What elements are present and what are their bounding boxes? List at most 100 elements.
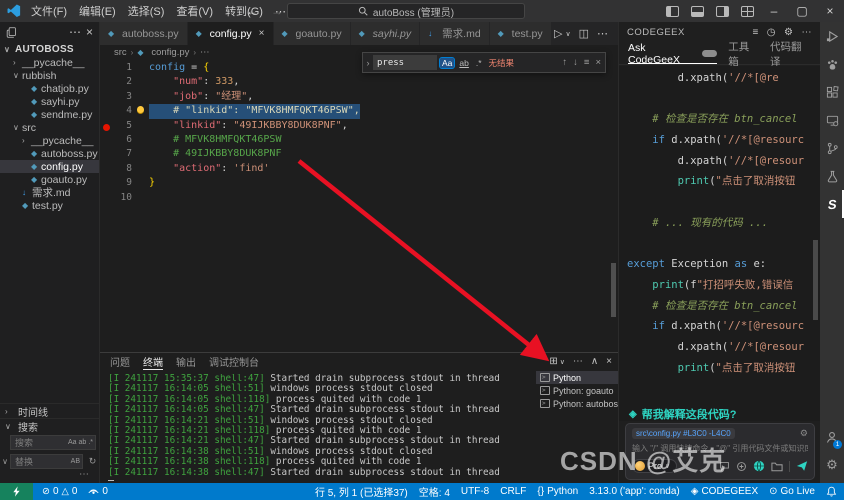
explorer-item[interactable]: ◆autoboss.py xyxy=(0,147,99,160)
close-panel-icon[interactable]: × xyxy=(606,356,612,367)
explorer-item[interactable]: ∨src xyxy=(0,121,99,134)
editor-more-icon[interactable]: ⋯ xyxy=(597,27,608,40)
toggle-secondary-sidebar-icon[interactable] xyxy=(716,6,729,17)
status-item[interactable]: 空格: 4 xyxy=(419,484,450,499)
code-line[interactable]: 9} xyxy=(100,176,618,190)
knowledge-globe-icon[interactable] xyxy=(753,460,765,472)
remote-explorer-icon[interactable] xyxy=(820,106,844,134)
sidebar-close-icon[interactable]: × xyxy=(86,25,93,39)
whole-word-icon[interactable]: ab xyxy=(79,439,87,446)
chip-settings-icon[interactable]: ⚙ xyxy=(800,428,808,439)
status-item[interactable]: CRLF xyxy=(500,484,526,499)
timeline-section[interactable]: › 时间线 xyxy=(0,403,99,418)
settings-icon[interactable]: ⚙ xyxy=(784,27,793,38)
explorer-item[interactable]: ◆chatjob.py xyxy=(0,82,99,95)
find-expand-icon[interactable]: › xyxy=(363,58,373,68)
forward-icon[interactable]: → xyxy=(271,4,283,18)
explorer-item[interactable]: ◆goauto.py xyxy=(0,173,99,186)
find-next-icon[interactable]: ↓ xyxy=(573,57,578,68)
sidebar-more-icon[interactable]: ⋯ xyxy=(69,25,81,39)
run-python-icon[interactable]: ▷ xyxy=(554,27,562,40)
editor-tab[interactable]: ◆goauto.py xyxy=(274,22,351,45)
search-section[interactable]: ∨ 搜索 xyxy=(0,418,99,433)
explorer-item[interactable]: ›__pycache__ xyxy=(0,56,99,69)
editor-tab[interactable]: ◆autoboss.py xyxy=(100,22,188,45)
terminal-list-item[interactable]: >Python: goauto xyxy=(536,384,618,397)
explorer-item[interactable]: ◆sayhi.py xyxy=(0,95,99,108)
send-icon[interactable] xyxy=(796,460,808,472)
attach-icon[interactable] xyxy=(736,461,747,472)
notifications-bell-icon[interactable] xyxy=(826,486,837,497)
explorer-item[interactable]: ∨rubbish xyxy=(0,69,99,82)
editor-scrollbar[interactable] xyxy=(611,263,616,317)
find-previous-icon[interactable]: ↑ xyxy=(562,57,567,68)
editor-tab[interactable]: ◆sayhi.py xyxy=(351,22,421,45)
extensions-icon[interactable] xyxy=(820,78,844,106)
close-window-button[interactable]: × xyxy=(816,4,844,18)
minimize-button[interactable]: – xyxy=(760,4,788,18)
breakpoint-dot[interactable] xyxy=(100,121,113,131)
explorer-root[interactable]: ∨ AUTOBOSS xyxy=(0,42,99,56)
folder-icon[interactable] xyxy=(771,461,783,472)
code-line[interactable]: 4 # "linkid": "MFVK8HMFQKT46PSW", xyxy=(100,104,618,118)
split-editor-icon[interactable]: ◫ xyxy=(579,27,589,40)
toggle-panel-icon[interactable] xyxy=(691,6,704,17)
code-line[interactable]: 2 "num": 333, xyxy=(100,75,618,89)
code-line[interactable]: 6 # MFVK8HMFQKT46PSW xyxy=(100,133,618,147)
code-editor[interactable]: 1config = {2 "num": 333,3 "job": "经理",4 … xyxy=(100,59,618,352)
preserve-case-icon[interactable]: AB xyxy=(71,458,80,465)
problems-status[interactable]: ⊘ 0 △ 0 xyxy=(42,486,77,497)
regex-icon[interactable]: .* xyxy=(88,439,93,446)
model-selector[interactable]: Pro ∨ xyxy=(632,459,677,473)
panel-tab[interactable]: 问题 xyxy=(110,353,130,370)
terminal-output[interactable]: [I 241117 15:35:37 shell:47] Started dra… xyxy=(108,374,532,481)
view-list-icon[interactable]: ≡ xyxy=(752,27,758,38)
prompt-input[interactable]: 输入 "/" 调用快捷命令，"@" 引用代码文件或知识库 xyxy=(632,443,808,454)
explorer-item[interactable]: ◆config.py xyxy=(0,160,99,173)
search-input[interactable]: 搜索 Aa ab .* xyxy=(10,435,96,450)
run-debug-icon[interactable] xyxy=(820,22,844,50)
terminal-dropdown-icon[interactable]: ∨ xyxy=(560,358,565,366)
codegeex-question[interactable]: ◈ 帮我解释这段代码? xyxy=(629,406,736,422)
editor-tab[interactable]: ◆test.py xyxy=(490,22,552,45)
find-input[interactable]: press xyxy=(373,55,437,70)
account-icon[interactable]: 1 xyxy=(820,423,844,451)
status-item[interactable]: ◈CODEGEEX xyxy=(691,484,758,499)
replace-all-icon[interactable]: ↻ xyxy=(86,456,99,467)
expand-replace-icon[interactable]: ∨ xyxy=(0,457,10,466)
status-item[interactable]: UTF-8 xyxy=(461,484,489,499)
run-dropdown-icon[interactable]: ∨ xyxy=(565,30,570,38)
codegeex-activity-icon[interactable]: S xyxy=(820,190,844,218)
match-case-icon[interactable]: Aa xyxy=(440,58,454,68)
breadcrumb-symbol[interactable]: ⋯ xyxy=(200,47,210,58)
code-line[interactable]: 3 "job": "经理", xyxy=(100,90,618,104)
status-item[interactable]: ⊙Go Live xyxy=(769,484,815,499)
codegeex-tab[interactable]: 代码翻译 xyxy=(770,43,811,64)
search-more-icon[interactable]: ⋯ xyxy=(0,471,99,481)
codegeex-scrollbar[interactable] xyxy=(813,240,818,320)
remote-indicator[interactable] xyxy=(0,483,33,500)
menu-item[interactable]: 编辑(E) xyxy=(73,6,122,18)
code-line[interactable]: 7 # 49IJKBBY8DUK8PNF xyxy=(100,147,618,161)
breadcrumb-folder[interactable]: src xyxy=(114,47,127,58)
editor-tab[interactable]: ↓需求.md xyxy=(420,22,490,45)
maximize-button[interactable]: ▢ xyxy=(788,4,816,18)
menu-item[interactable]: 查看(V) xyxy=(170,6,219,18)
codegeex-tab[interactable]: 工具箱 xyxy=(728,43,759,64)
menu-item[interactable]: 文件(F) xyxy=(25,6,73,18)
status-item[interactable]: 行 5, 列 1 (已选择37) xyxy=(315,484,408,499)
lightbulb-icon[interactable] xyxy=(132,104,149,118)
command-center-search[interactable]: autoBoss (管理员) xyxy=(287,3,525,19)
customize-layout-icon[interactable] xyxy=(741,6,754,17)
panel-tab[interactable]: 调试控制台 xyxy=(209,353,259,370)
match-case-icon[interactable]: Aa xyxy=(68,439,77,446)
settings-gear-icon[interactable]: ⚙ xyxy=(820,451,844,479)
explorer-item[interactable]: ◆test.py xyxy=(0,199,99,212)
maximize-panel-icon[interactable]: ∧ xyxy=(591,356,598,367)
new-terminal-icon[interactable]: ⊞ xyxy=(549,356,557,367)
find-close-icon[interactable]: × xyxy=(595,57,601,68)
back-icon[interactable]: ← xyxy=(246,4,258,18)
editor-tab[interactable]: ◆config.py× xyxy=(188,22,274,45)
status-item[interactable]: {}Python xyxy=(537,484,578,499)
explorer-item[interactable]: ›__pycache__ xyxy=(0,134,99,147)
